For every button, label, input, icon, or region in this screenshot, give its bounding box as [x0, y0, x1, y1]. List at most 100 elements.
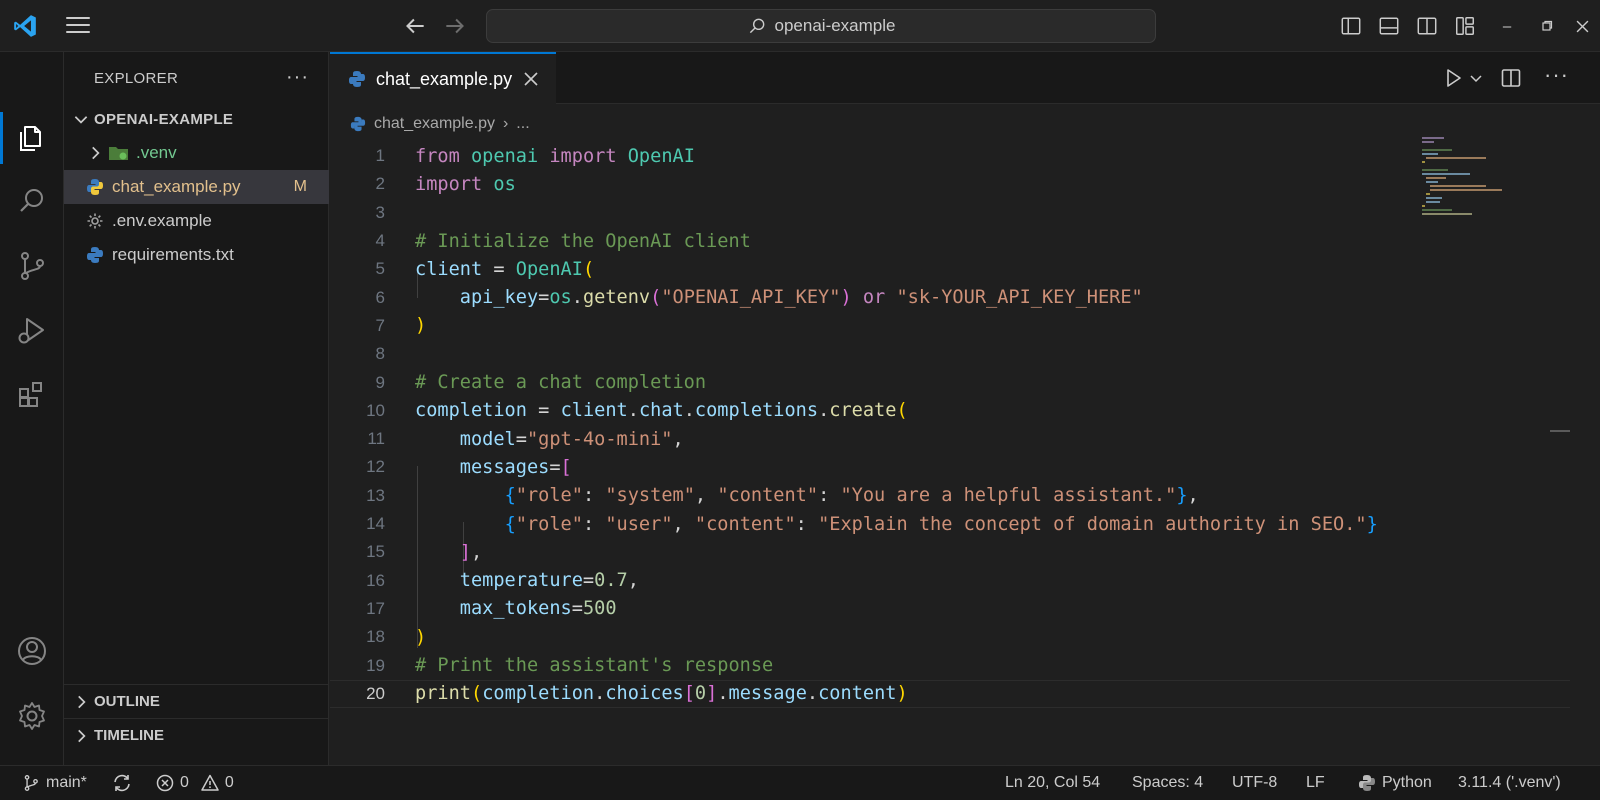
code-text: model="gpt-4o-mini", — [459, 428, 684, 450]
code-text: {"role": "system", "content": "You are a… — [504, 485, 1199, 507]
code-comment: # Print the assistant's response — [415, 655, 774, 677]
explorer-sidebar: EXPLORER ··· OPENAI-EXAMPLE .venv chat_e… — [64, 52, 329, 765]
forward-arrow-icon[interactable] — [442, 13, 468, 39]
toggle-panel-icon[interactable] — [1378, 15, 1400, 37]
chevron-down-icon — [74, 116, 88, 124]
warning-icon — [201, 774, 219, 791]
toggle-primary-sidebar-icon[interactable] — [1340, 15, 1362, 37]
code-text: ], — [459, 541, 483, 563]
source-control-icon[interactable] — [16, 250, 48, 282]
minimize-button[interactable]: – — [1495, 14, 1519, 38]
run-debug-icon[interactable] — [16, 315, 48, 347]
warning-count: 0 — [224, 774, 234, 791]
tree-item-requirements[interactable]: requirements.txt — [64, 238, 329, 272]
sync-icon — [114, 774, 130, 792]
breadcrumb-separator: › — [502, 115, 509, 132]
line-number: 14 — [366, 514, 385, 534]
code-text: from openai import OpenAI — [415, 145, 695, 167]
accounts-icon[interactable] — [16, 635, 48, 667]
code-line: 11 model="gpt-4o-mini", — [330, 425, 1570, 453]
explorer-icon[interactable] — [16, 122, 48, 154]
code-line: 2 import os — [330, 170, 1570, 198]
more-actions-button[interactable]: ··· — [286, 66, 309, 89]
cursor-position[interactable]: Ln 20, Col 54 — [1005, 766, 1100, 800]
tree-item-label: requirements.txt — [112, 245, 234, 264]
code-line: 16 temperature=0.7, — [330, 567, 1570, 595]
code-text: print(completion.choices[0].message.cont… — [415, 683, 908, 705]
tab-bar: chat_example.py ··· — [330, 52, 1600, 104]
close-window-button[interactable] — [1570, 14, 1594, 38]
code-line: 5 client = OpenAI( — [330, 255, 1570, 283]
code-line: 9 # Create a chat completion — [330, 368, 1570, 396]
line-number: 5 — [375, 259, 385, 279]
restore-button[interactable] — [1535, 14, 1559, 38]
code-line: 15 ], — [330, 538, 1570, 566]
python-interpreter[interactable]: 3.11.4 ('.venv') — [1458, 766, 1561, 800]
branch-indicator[interactable]: main* — [22, 766, 87, 800]
breadcrumb: chat_example.py › ... — [350, 110, 530, 138]
tab-chat-example[interactable]: chat_example.py — [330, 52, 556, 104]
code-line: 4 # Initialize the OpenAI client — [330, 227, 1570, 255]
project-name: OPENAI-EXAMPLE — [94, 110, 234, 128]
tree-item-label: chat_example.py — [112, 177, 241, 196]
timeline-section[interactable]: TIMELINE — [64, 718, 329, 752]
command-center-search[interactable]: openai-example — [486, 9, 1156, 43]
tab-label: chat_example.py — [376, 68, 513, 89]
chevron-right-icon — [92, 146, 100, 160]
code-text: ) — [415, 315, 427, 337]
code-line: 17 max_tokens=500 — [330, 595, 1570, 623]
line-number: 6 — [375, 287, 385, 307]
problems-indicator[interactable]: 0 0 — [156, 766, 234, 800]
toggle-secondary-sidebar-icon[interactable] — [1416, 15, 1438, 37]
eol-indicator[interactable]: LF — [1306, 766, 1325, 800]
customize-layout-icon[interactable] — [1454, 15, 1476, 37]
code-line: 13 {"role": "system", "content": "You ar… — [330, 482, 1570, 510]
search-icon[interactable] — [16, 185, 48, 217]
line-number: 18 — [366, 627, 385, 647]
chevron-right-icon — [78, 729, 86, 742]
tree-item-chat-example[interactable]: chat_example.py M — [64, 170, 329, 204]
source-control-icon — [24, 775, 38, 791]
code-line: 1 from openai import OpenAI — [330, 142, 1570, 170]
extensions-icon[interactable] — [16, 379, 48, 411]
outline-section[interactable]: OUTLINE — [64, 684, 329, 718]
line-number: 11 — [367, 429, 385, 449]
close-tab-icon[interactable] — [520, 68, 542, 90]
python-file-icon — [87, 179, 103, 195]
title-bar: openai-example – — [0, 0, 1600, 52]
back-arrow-icon[interactable] — [402, 13, 428, 39]
breadcrumb-file[interactable]: chat_example.py — [374, 115, 495, 133]
code-text: max_tokens=500 — [459, 598, 617, 620]
code-text: {"role": "user", "content": "Explain the… — [504, 513, 1378, 535]
python-file-icon — [349, 71, 365, 87]
menu-icon[interactable] — [66, 17, 90, 35]
tree-item-env-example[interactable]: .env.example — [64, 204, 329, 238]
line-number: 4 — [375, 231, 385, 251]
more-actions-icon[interactable]: ··· — [1544, 62, 1569, 87]
run-python-file-icon[interactable] — [1442, 67, 1464, 89]
split-editor-icon[interactable] — [1500, 67, 1522, 89]
code-text: ) — [415, 626, 427, 648]
command-center-text: openai-example — [774, 16, 896, 35]
code-line-current: 20 print(completion.choices[0].message.co… — [330, 679, 1570, 708]
indentation-indicator[interactable]: Spaces: 4 — [1132, 766, 1203, 800]
status-bar: main* 0 0 Ln 20, Col 54 Spaces: 4 UTF-8 … — [0, 765, 1600, 800]
code-text: messages=[ — [459, 456, 572, 478]
code-line: 12 messages=[ — [330, 453, 1570, 481]
tree-item-venv[interactable]: .venv — [64, 136, 329, 170]
settings-gear-icon[interactable] — [16, 700, 48, 732]
encoding-indicator[interactable]: UTF-8 — [1232, 766, 1277, 800]
tree-item-label: .venv — [136, 143, 177, 162]
line-number: 3 — [375, 202, 385, 222]
branch-name: main* — [46, 774, 87, 791]
breadcrumb-symbols[interactable]: ... — [516, 115, 529, 133]
code-comment: # Create a chat completion — [415, 372, 707, 394]
sync-button[interactable] — [112, 766, 132, 800]
line-number: 7 — [375, 315, 385, 335]
chevron-down-icon[interactable] — [1468, 67, 1484, 89]
minimap[interactable] — [1422, 135, 1502, 225]
language-mode[interactable]: Python — [1358, 766, 1432, 800]
project-folder[interactable]: OPENAI-EXAMPLE — [64, 102, 329, 136]
line-number: 17 — [366, 598, 385, 618]
line-number: 15 — [366, 542, 385, 562]
